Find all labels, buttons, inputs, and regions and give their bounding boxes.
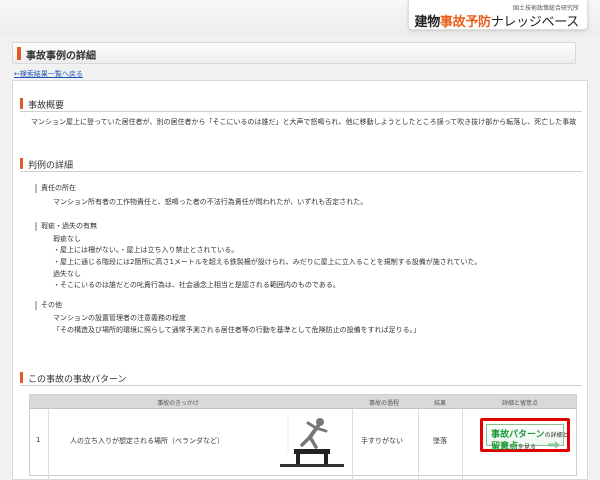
result-cell: 墜落 bbox=[433, 437, 447, 445]
column-divider bbox=[462, 409, 463, 480]
col-detail: 詳細と留意点 bbox=[501, 400, 538, 407]
site-logo[interactable]: 国土技術政策総合研究所 建物事故予防ナレッジベース bbox=[408, 0, 588, 30]
section-marker bbox=[20, 158, 23, 169]
responsibility-text: マンション所有者の工作物責任と、怒鳴った者の不法行為責任が問われたが、いずれも否… bbox=[53, 198, 368, 206]
defect-line: 過失なし bbox=[53, 270, 81, 278]
table-header: 事故のきっかけ 事故の過程 結果 詳細と留意点 bbox=[30, 395, 576, 409]
column-divider bbox=[352, 409, 353, 480]
logo-part1: 建物 bbox=[414, 15, 441, 30]
other-line: マンションの設置管理者の注意義務の程度 bbox=[53, 314, 186, 322]
overview-heading-text: 事故概要 bbox=[28, 101, 65, 111]
defect-line: ・屋上には柵がない。・屋上は立ち入り禁止とされている。 bbox=[53, 246, 239, 254]
pattern-detail-button[interactable]: 事故パターンの詳細と 留意点を見る bbox=[480, 418, 570, 452]
process-cell: 手すりがない bbox=[361, 437, 403, 445]
back-to-results-link[interactable]: ←検索結果一覧へ戻る bbox=[14, 69, 83, 79]
judgment-heading-text: 判例の詳細 bbox=[28, 161, 74, 171]
other-title: その他 bbox=[35, 301, 62, 310]
logo-accent: 事故予防 bbox=[439, 15, 491, 30]
responsibility-title: 責任の所在 bbox=[35, 184, 76, 193]
other-line: 「その構造及び場所的環境に照らして通常予測される居住者等の行動を基準として危険防… bbox=[53, 326, 421, 334]
defect-title: 瑕疵・過失の有無 bbox=[35, 222, 97, 231]
arrow-right-icon bbox=[548, 441, 560, 449]
page-title: 事故事例の詳細 bbox=[26, 51, 96, 62]
judgment-heading: 判例の詳細 bbox=[20, 157, 582, 172]
site-title: 建物事故予防ナレッジベース bbox=[414, 11, 580, 30]
column-divider bbox=[418, 409, 419, 480]
pattern-heading-text: この事故の事故パターン bbox=[28, 375, 127, 385]
trigger-cell: 人の立ち入りが想定される場所（ベランダなど） bbox=[70, 437, 224, 445]
overview-text: マンション屋上に登っていた居住者が、別の居住者から「そこにいるのは誰だ」と大声で… bbox=[31, 118, 577, 126]
fall-illustration-icon bbox=[280, 415, 344, 467]
column-divider bbox=[48, 409, 49, 480]
logo-part2: ナレッジベース bbox=[490, 15, 580, 30]
button-line2-strong: 留意点 bbox=[491, 442, 519, 452]
col-result: 結果 bbox=[433, 400, 446, 407]
defect-line: ・そこにいるのは誰だとの叱責行為は、社会通念上相当と是認される範囲内のものである… bbox=[53, 281, 340, 289]
col-trigger: 事故のきっかけ bbox=[157, 400, 199, 407]
table-row: 1 人の立ち入りが想定される場所（ベランダなど） 手すりがない 墜落 事故パター bbox=[30, 409, 576, 480]
pattern-table: 事故のきっかけ 事故の過程 結果 詳細と留意点 1 人の立ち入りが想定される場所… bbox=[29, 394, 577, 480]
page-title-bar: 事故事例の詳細 bbox=[12, 42, 576, 64]
button-line2: 留意点を見る bbox=[491, 439, 536, 452]
title-marker bbox=[17, 47, 21, 60]
defect-line: ・屋上に通じる階段には2箇所に高さ1メートルを超える鉄製柵が設けられ、みだりに屋… bbox=[53, 258, 482, 266]
content-panel: 事故概要 マンション屋上に登っていた居住者が、別の居住者から「そこにいるのは誰だ… bbox=[12, 80, 588, 480]
defect-line: 瑕疵なし bbox=[53, 235, 81, 243]
section-marker bbox=[20, 98, 23, 109]
button-line1-small: の詳細と bbox=[544, 432, 569, 439]
pattern-heading: この事故の事故パターン bbox=[20, 371, 582, 386]
overview-heading: 事故概要 bbox=[20, 97, 582, 112]
top-header: 国土技術政策総合研究所 建物事故予防ナレッジベース bbox=[0, 0, 600, 36]
col-process: 事故の過程 bbox=[368, 400, 399, 407]
section-marker bbox=[20, 372, 23, 383]
button-line2-small: を見る bbox=[518, 444, 537, 451]
button-face: 事故パターンの詳細と 留意点を見る bbox=[486, 424, 569, 452]
row-number: 1 bbox=[36, 436, 41, 444]
